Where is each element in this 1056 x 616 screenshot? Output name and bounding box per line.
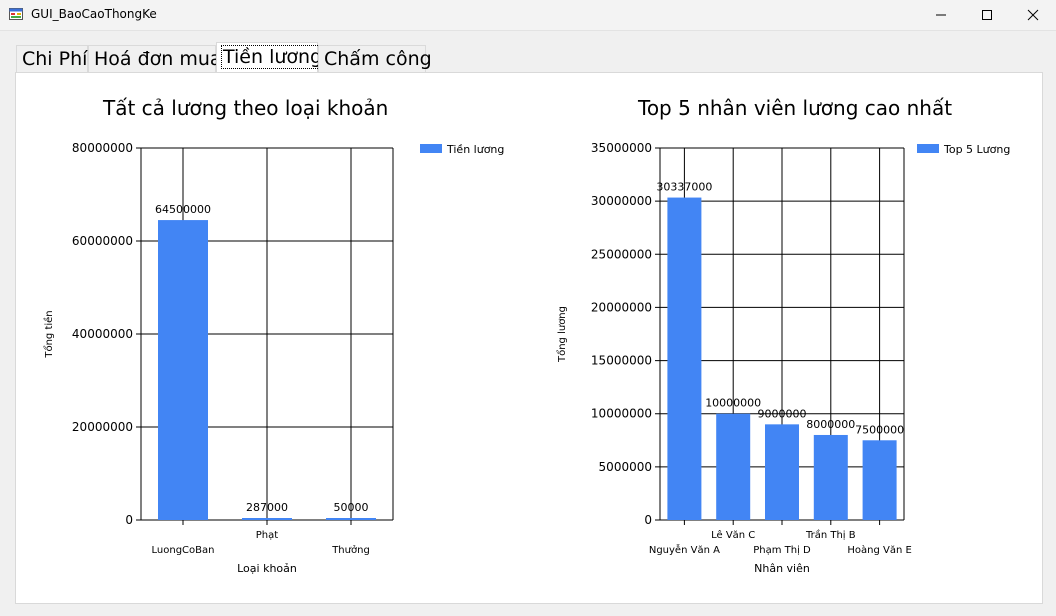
- y-tick-label: 30000000: [591, 194, 652, 208]
- top5-salary-chart-svg: 0 5000000 10000000 15000000 20000000 25000000…: [555, 141, 1010, 575]
- bar: [158, 220, 208, 520]
- data-label: 50000: [334, 501, 369, 514]
- legend-swatch: [420, 144, 442, 153]
- y-tick-label: 10000000: [591, 407, 652, 421]
- y-axis-title: Tổng lương: [555, 306, 568, 363]
- tab-hoa-don-mua[interactable]: Hoá đơn mua: [88, 45, 222, 72]
- salary-by-type-chart-svg: 0 20000000 40000000 60000000 80000000 6450000…: [42, 141, 504, 575]
- x-tick-label: Hoàng Văn E: [847, 544, 911, 556]
- x-tick-label: Phạt: [256, 530, 278, 541]
- tab-cham-cong[interactable]: Chấm công: [318, 45, 432, 72]
- bar: [667, 197, 702, 520]
- y-tick-label: 0: [125, 513, 133, 527]
- x-axis-title: Nhân viên: [754, 562, 810, 575]
- data-label: 8000000: [806, 418, 855, 431]
- y-tick-label: 80000000: [72, 141, 133, 155]
- data-label: 10000000: [705, 397, 761, 410]
- minimize-button[interactable]: [918, 0, 964, 30]
- maximize-button[interactable]: [964, 0, 1010, 30]
- bar: [242, 518, 292, 520]
- y-tick-label: 60000000: [72, 234, 133, 248]
- data-label: 9000000: [758, 407, 807, 420]
- legend-label: Top 5 Lương: [943, 143, 1010, 156]
- bar: [765, 424, 799, 520]
- x-tick-label: Lê Văn C: [711, 529, 755, 541]
- y-tick-label: 35000000: [591, 141, 652, 155]
- legend-swatch: [917, 144, 939, 153]
- data-label: 30337000: [656, 181, 712, 194]
- x-tick-label: LuongCoBan: [152, 545, 215, 556]
- top5-salary-chart: 0 5000000 10000000 15000000 20000000 25000000…: [531, 123, 1036, 593]
- bar: [326, 518, 376, 520]
- x-tick-label: Thưởng: [331, 544, 370, 556]
- tab-page-tien-luong: Tất cả lương theo loại khoản Top 5 nhân …: [15, 72, 1043, 604]
- data-label: 287000: [246, 501, 288, 514]
- y-tick-label: 20000000: [72, 420, 133, 434]
- legend-label: Tiền lương: [446, 143, 504, 156]
- bar: [862, 440, 897, 520]
- data-label: 64500000: [155, 203, 211, 216]
- chart-title: Tất cả lương theo loại khoản: [103, 96, 389, 120]
- title-bar: GUI_BaoCaoThongKe: [0, 0, 1056, 31]
- window-title: GUI_BaoCaoThongKe: [31, 7, 157, 21]
- close-icon: [1027, 9, 1039, 21]
- salary-by-type-chart: 0 20000000 40000000 60000000 80000000 6450000…: [24, 123, 524, 593]
- tab-tien-luong[interactable]: Tiền lương: [216, 42, 325, 73]
- y-tick-label: 20000000: [591, 300, 652, 314]
- y-tick-label: 40000000: [72, 327, 133, 341]
- app-form-icon: [9, 8, 23, 20]
- y-tick-label: 5000000: [599, 460, 652, 474]
- tab-chi-phi[interactable]: Chi Phí: [16, 45, 88, 72]
- x-axis-title: Loại khoản: [237, 562, 297, 575]
- x-tick-label: Phạm Thị D: [753, 545, 811, 556]
- data-label: 7500000: [855, 423, 904, 436]
- x-tick-label: Nguyễn Văn A: [649, 543, 720, 556]
- minimize-icon: [936, 14, 946, 16]
- bar: [716, 413, 751, 520]
- x-tick-label: Trần Thị B: [805, 529, 856, 541]
- y-tick-label: 25000000: [591, 247, 652, 261]
- y-axis-title: Tổng tiền: [42, 310, 55, 358]
- y-tick-label: 15000000: [591, 354, 652, 368]
- y-tick-label: 0: [644, 513, 652, 527]
- bar: [813, 434, 848, 520]
- close-button[interactable]: [1010, 0, 1056, 30]
- maximize-icon: [982, 10, 992, 20]
- chart-title: Top 5 nhân viên lương cao nhất: [638, 96, 953, 120]
